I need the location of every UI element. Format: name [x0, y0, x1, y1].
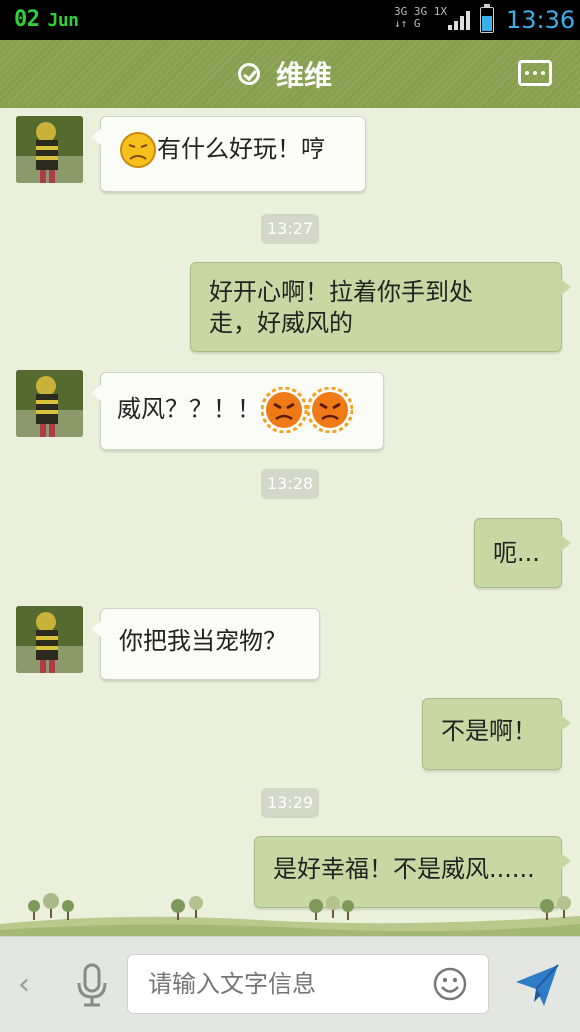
message-text: 不是啊！: [441, 717, 537, 745]
sad-emoji: [120, 132, 156, 168]
message-text: 威风？？！！: [117, 395, 261, 423]
mic-icon[interactable]: [72, 961, 112, 1009]
message-bubble-incoming[interactable]: 有什么好玩！哼: [91, 116, 366, 192]
contact-avatar[interactable]: [16, 116, 83, 183]
message-bubble-incoming[interactable]: 你把我当宠物？: [91, 608, 320, 680]
message-bubble-incoming[interactable]: 威风？？！！: [91, 372, 384, 450]
more-icon[interactable]: [518, 60, 552, 86]
smiley-icon[interactable]: [433, 967, 467, 1001]
contact-name[interactable]: 维维: [276, 54, 332, 94]
back-icon[interactable]: ‹: [18, 967, 30, 1002]
timestamp: 13:29: [261, 788, 319, 818]
message-text: 呃...: [493, 539, 540, 567]
battery-level: [482, 16, 492, 31]
message-text-line1: 好开心啊！拉着你手到处: [209, 278, 473, 306]
message-text: 是好幸福！不是威风......: [273, 855, 535, 883]
input-bar: ‹: [0, 936, 580, 1032]
signal-icon: [448, 10, 470, 30]
status-bar: 02 Jun 3G 3G 1X ↓↑ G 13:36: [0, 0, 580, 40]
status-time: 13:36: [506, 6, 576, 34]
title-wrap: 维维: [238, 56, 332, 92]
status-day: 02: [14, 7, 40, 32]
angry-sun-emoji: [261, 387, 353, 433]
contact-avatar[interactable]: [16, 370, 83, 437]
message-text: 有什么好玩！哼: [157, 135, 325, 163]
message-list[interactable]: 有什么好玩！哼 13:27 好开心啊！拉着你手到处 走，好威风的 威风？？！！: [0, 108, 580, 936]
battery-icon: [480, 4, 494, 33]
message-bubble-outgoing[interactable]: 不是啊！: [422, 698, 571, 770]
message-bubble-outgoing[interactable]: 呃...: [474, 518, 571, 588]
network-bottom: ↓↑ G: [394, 17, 421, 30]
chat-header: 维维: [0, 40, 580, 114]
message-text-line2: 走，好威风的: [209, 309, 353, 337]
network-indicator: 3G 3G 1X ↓↑ G: [394, 6, 447, 30]
status-month: Jun: [47, 10, 80, 31]
timestamp: 13:27: [261, 214, 319, 244]
message-text: 你把我当宠物？: [119, 627, 287, 655]
landscape-decoration: [0, 893, 580, 936]
send-icon[interactable]: [514, 962, 560, 1008]
status-date: 02 Jun: [14, 7, 79, 32]
message-bubble-outgoing[interactable]: 好开心啊！拉着你手到处 走，好威风的: [190, 262, 571, 352]
timestamp: 13:28: [261, 469, 319, 499]
verified-icon: [238, 63, 260, 85]
contact-avatar[interactable]: [16, 606, 83, 673]
